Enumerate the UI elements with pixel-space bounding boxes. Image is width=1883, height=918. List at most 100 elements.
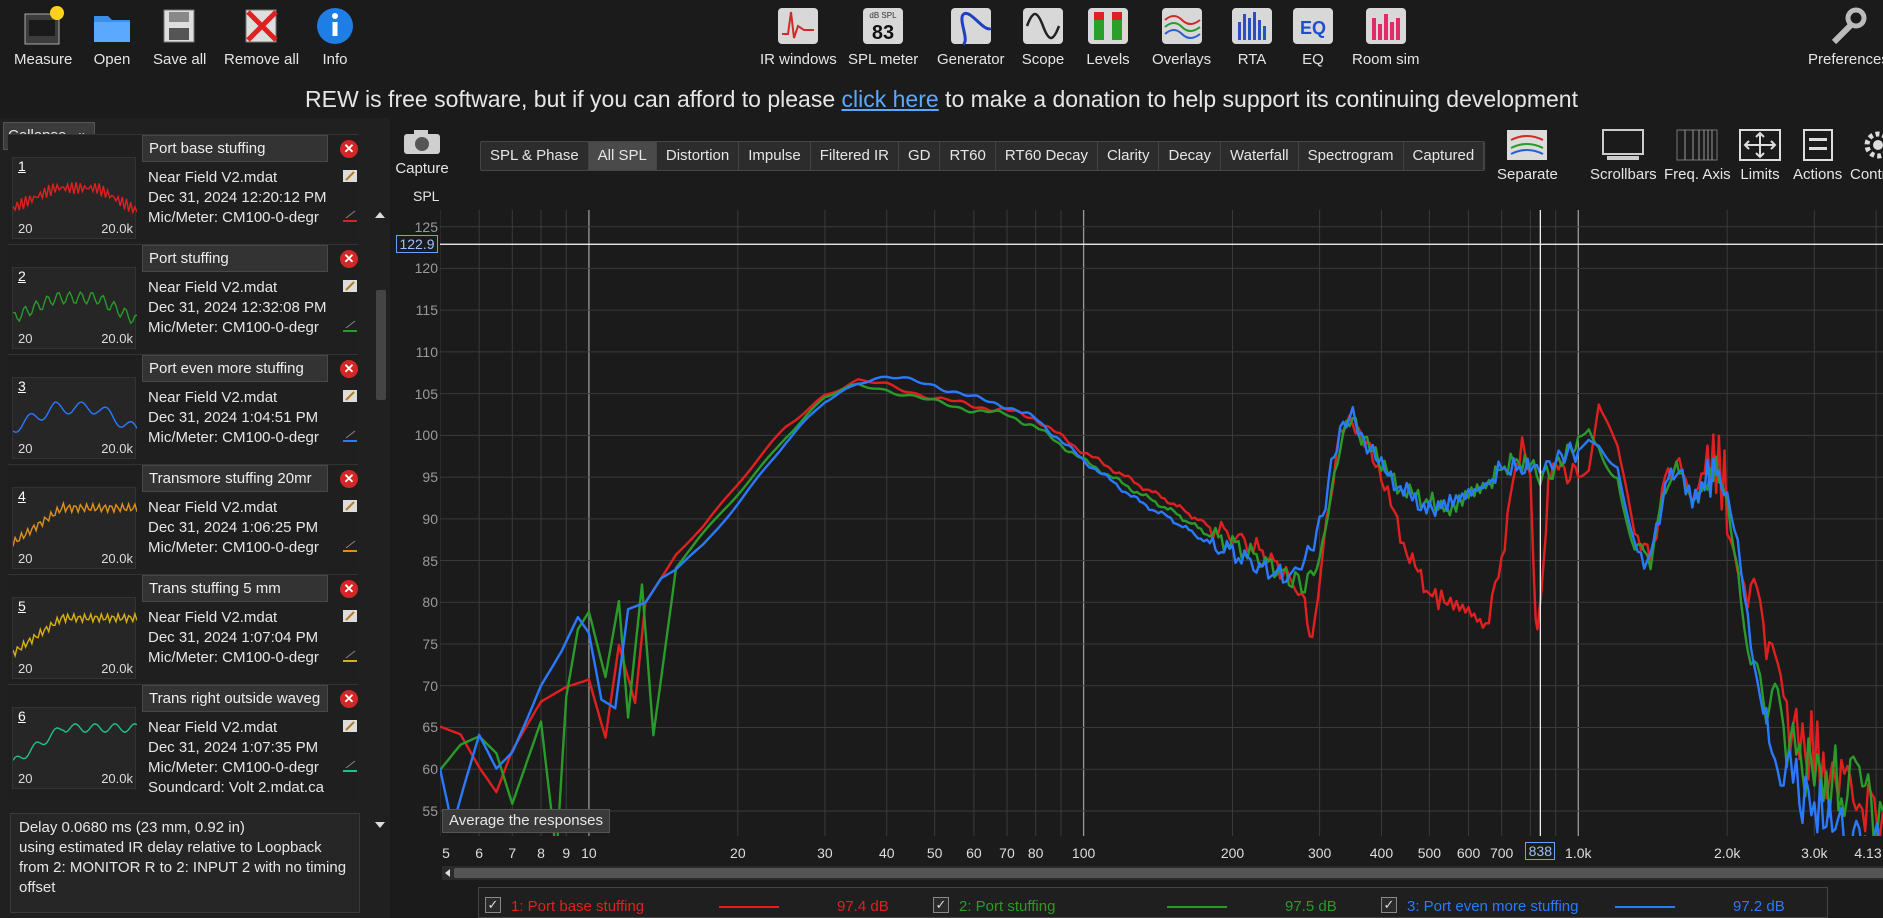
measure-button[interactable]: Measure [14,4,72,68]
remove-all-button[interactable]: Remove all [224,4,299,68]
levels-button[interactable]: Levels [1086,4,1130,68]
measurement-name-field[interactable]: Port even more stuffing [142,355,328,382]
y-tick-label: 105 [414,385,438,402]
series-visibility-checkbox[interactable]: ✓ [1381,897,1397,913]
controls-button[interactable]: Controls [1850,128,1883,183]
preferences-button[interactable]: Preferences [1808,4,1883,68]
notes-edit-icon[interactable] [342,719,358,733]
graph-scrollbar-thumb[interactable] [454,868,1883,878]
tab-distortion[interactable]: Distortion [657,142,740,170]
measurement-mic: Mic/Meter: CM100-0-degr [148,649,319,666]
ir-windows-button[interactable]: IR windows [760,4,837,68]
legend-series-name: 1: Port base stuffing [511,898,645,915]
line-style-icon[interactable] [342,429,358,443]
measurement-item[interactable]: 6 20 20.0k Trans right outside waveg ✕ N… [8,684,358,800]
tab-rt60[interactable]: RT60 [940,142,996,170]
tab-impulse[interactable]: Impulse [739,142,811,170]
measurement-thumbnail[interactable]: 3 20 20.0k [12,377,137,459]
x-tick-label: 60 [966,845,982,861]
measurement-thumbnail[interactable]: 2 20 20.0k [12,267,137,349]
tab-waterfall[interactable]: Waterfall [1221,142,1299,170]
scroll-left-arrow-icon[interactable] [442,866,454,880]
measurement-name-field[interactable]: Trans right outside waveg [142,685,328,712]
freq-axis-button[interactable]: Freq. Axis [1664,128,1731,183]
tab-all-spl[interactable]: All SPL [588,142,657,170]
series-visibility-checkbox[interactable]: ✓ [933,897,949,913]
remove-measurement-icon[interactable]: ✕ [340,470,358,488]
delay-line: from 2: MONITOR R to 2: INPUT 2 with no … [19,859,347,876]
line-style-icon[interactable] [342,759,358,773]
graph-horizontal-scrollbar[interactable] [442,866,1883,880]
notes-edit-icon[interactable] [342,499,358,513]
line-style-icon[interactable] [342,209,358,223]
series-visibility-checkbox[interactable]: ✓ [485,897,501,913]
measurement-name-field[interactable]: Port stuffing [142,245,328,272]
eq-button[interactable]: EQ EQ [1291,4,1335,68]
measurement-item[interactable]: 1 20 20.0k Port base stuffing ✕ Near Fie… [8,134,358,244]
measurement-item[interactable]: 3 20 20.0k Port even more stuffing ✕ Nea… [8,354,358,464]
remove-measurement-icon[interactable]: ✕ [340,140,358,158]
tab-gd[interactable]: GD [899,142,941,170]
scope-button[interactable]: Scope [1021,4,1065,68]
tab-filtered-ir[interactable]: Filtered IR [811,142,899,170]
measurement-item[interactable]: 5 20 20.0k Trans stuffing 5 mm ✕ Near Fi… [8,574,358,684]
measurement-name-field[interactable]: Trans stuffing 5 mm [142,575,328,602]
info-button[interactable]: Info [313,4,357,68]
line-style-icon[interactable] [342,649,358,663]
eq-icon: EQ [1293,8,1333,44]
measurement-thumbnail[interactable]: 6 20 20.0k [12,707,137,789]
measurement-number: 3 [18,378,26,394]
y-tick-label: 80 [422,594,438,611]
controls-label: Controls [1850,166,1883,183]
donation-link[interactable]: click here [842,86,939,112]
open-button[interactable]: Open [90,4,134,68]
panel-scrollbar-thumb[interactable] [376,290,386,400]
notes-edit-icon[interactable] [342,279,358,293]
line-style-icon[interactable] [342,319,358,333]
measurement-date: Dec 31, 2024 1:06:25 PM [148,519,319,536]
overlays-button[interactable]: Overlays [1152,4,1211,68]
room-sim-button[interactable]: Room sim [1352,4,1420,68]
tab-clarity[interactable]: Clarity [1098,142,1160,170]
remove-measurement-icon[interactable]: ✕ [340,360,358,378]
tab-decay[interactable]: Decay [1159,142,1222,170]
notes-edit-icon[interactable] [342,169,358,183]
measurement-thumbnail[interactable]: 4 20 20.0k [12,487,137,569]
notes-edit-icon[interactable] [342,389,358,403]
delay-line: using estimated IR delay relative to Loo… [19,839,322,856]
capture-button[interactable]: Capture [393,128,451,177]
thumb-low-freq: 20 [18,331,33,346]
scrollbars-button[interactable]: Scrollbars [1590,128,1657,183]
limits-button[interactable]: Limits [1738,128,1782,183]
spl-meter-button[interactable]: dB SPL 83 SPL meter [848,4,918,68]
open-label: Open [93,51,131,68]
remove-measurement-icon[interactable]: ✕ [340,690,358,708]
measurement-name-field[interactable]: Port base stuffing [142,135,328,162]
generator-icon [950,8,992,46]
measurement-item[interactable]: 4 20 20.0k Transmore stuffing 20mr ✕ Nea… [8,464,358,574]
generator-button[interactable]: Generator [937,4,1005,68]
remove-measurement-icon[interactable]: ✕ [340,580,358,598]
measurement-item[interactable]: 2 20 20.0k Port stuffing ✕ Near Field V2… [8,244,358,354]
tab-rt60-decay[interactable]: RT60 Decay [996,142,1098,170]
tab-spl-phase[interactable]: SPL & Phase [481,142,589,170]
panel-scrollbar[interactable] [372,210,388,830]
actions-button[interactable]: Actions [1793,128,1842,183]
x-tick-label: 8 [537,845,545,861]
measurement-thumbnail[interactable]: 1 20 20.0k [12,157,137,239]
notes-edit-icon[interactable] [342,609,358,623]
tab-captured[interactable]: Captured [1404,142,1485,170]
y-tick-label: 60 [422,761,438,778]
legend-series-level: 97.5 dB [1285,898,1337,915]
measurement-thumbnail[interactable]: 5 20 20.0k [12,597,137,679]
spl-graph-canvas [440,210,1883,836]
separate-button[interactable]: Separate [1497,128,1558,183]
rta-button[interactable]: RTA [1230,4,1274,68]
tab-spectrogram[interactable]: Spectrogram [1299,142,1404,170]
line-style-icon[interactable] [342,539,358,553]
measurement-name-field[interactable]: Transmore stuffing 20mr [142,465,328,492]
save-all-button[interactable]: Save all [153,4,206,68]
info-icon [317,8,353,44]
remove-measurement-icon[interactable]: ✕ [340,250,358,268]
spl-graph[interactable] [440,210,1883,836]
